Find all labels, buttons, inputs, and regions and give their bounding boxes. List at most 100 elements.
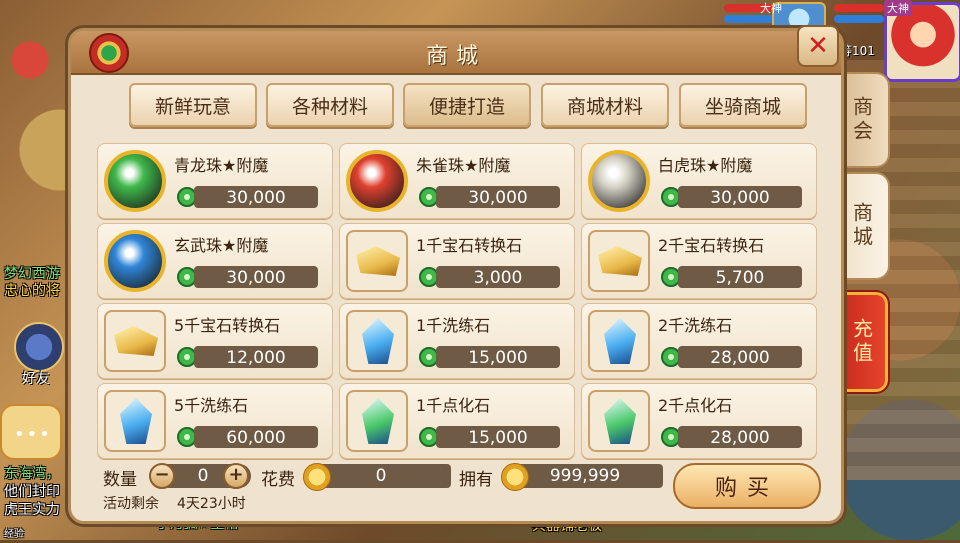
cost-label: 花费	[261, 470, 295, 490]
black-tortoise-orb-icon	[104, 230, 166, 292]
gem-converter-stone-icon	[104, 310, 166, 372]
title-bar: 商城	[71, 31, 841, 75]
pet-mp-bar	[724, 15, 778, 23]
item-price: 5,700	[715, 268, 765, 288]
refine-crystal-icon	[346, 310, 408, 372]
owned-label: 拥有	[459, 470, 493, 490]
close-x-icon: ✕	[807, 31, 829, 61]
tab-novelties[interactable]: 新鲜玩意	[129, 83, 257, 127]
item-name: 2千宝石转换石	[658, 236, 765, 255]
item-name: 1千点化石	[416, 396, 491, 415]
item-price: 30,000	[710, 188, 770, 208]
pet-title: 大神	[760, 2, 782, 15]
price-box: 5,700	[678, 266, 802, 288]
close-button[interactable]: ✕	[797, 25, 839, 67]
price-box: 30,000	[194, 266, 318, 288]
item-price: 28,000	[710, 348, 770, 368]
shop-panel: 商城 ✕ 新鲜玩意 各种材料 便捷打造 商城材料 坐骑商城 青龙珠★附魔 30,0…	[68, 25, 844, 524]
tab-mall-materials[interactable]: 商城材料	[541, 83, 669, 127]
item-name: 5千宝石转换石	[174, 316, 281, 335]
buy-button[interactable]: 购买	[673, 463, 821, 509]
chat-bubble-icon: •••	[14, 424, 52, 445]
friend-button[interactable]	[14, 322, 64, 372]
item-name: 2千洗练石	[658, 316, 733, 335]
refine-crystal-icon	[104, 390, 166, 452]
item-name: 白虎珠★附魔	[658, 156, 753, 175]
price-box: 28,000	[678, 346, 802, 368]
minus-button[interactable]: −	[149, 463, 175, 489]
item-name: 5千洗练石	[174, 396, 249, 415]
chat-line: 梦幻西游	[4, 266, 60, 282]
item-name: 1千宝石转换石	[416, 236, 523, 255]
item-price: 15,000	[468, 348, 528, 368]
chat-line: 东海湾，	[4, 466, 60, 482]
owned-value: 999,999	[549, 466, 621, 486]
plus-button[interactable]: +	[223, 463, 249, 489]
shop-item-card[interactable]: 2千宝石转换石 5,700	[581, 223, 817, 299]
remaining-label: 活动剩余	[103, 496, 159, 512]
chat-button[interactable]: •••	[0, 404, 62, 460]
price-box: 12,000	[194, 346, 318, 368]
tab-mount-mall[interactable]: 坐骑商城	[679, 83, 807, 127]
category-tabs: 新鲜玩意 各种材料 便捷打造 商城材料 坐骑商城	[129, 83, 809, 127]
red-phoenix-orb-icon	[346, 150, 408, 212]
item-price: 30,000	[468, 188, 528, 208]
quantity-label: 数量	[103, 470, 137, 490]
item-price: 28,000	[710, 428, 770, 448]
item-price: 3,000	[473, 268, 523, 288]
item-name: 2千点化石	[658, 396, 733, 415]
chat-line: 他们封印	[4, 484, 60, 500]
level-text: 等101	[840, 44, 875, 58]
tab-quick-craft[interactable]: 便捷打造	[403, 83, 531, 127]
price-box: 3,000	[436, 266, 560, 288]
shop-item-card[interactable]: 2千点化石 28,000	[581, 383, 817, 459]
green-dragon-orb-icon	[104, 150, 166, 212]
player-mp-bar	[834, 15, 884, 23]
chat-line: 忠心的将	[4, 283, 60, 299]
price-box: 28,000	[678, 426, 802, 448]
shop-item-card[interactable]: 1千点化石 15,000	[339, 383, 575, 459]
gold-coin-icon	[303, 463, 331, 491]
cost-value: 0	[375, 466, 387, 486]
player-hp-bar	[834, 4, 884, 12]
tab-mall[interactable]: 商城	[836, 172, 890, 280]
shop-item-card[interactable]: 5千宝石转换石 12,000	[97, 303, 333, 379]
price-box: 15,000	[436, 346, 560, 368]
shop-item-card[interactable]: 白虎珠★附魔 30,000	[581, 143, 817, 219]
cost-box: 0	[311, 464, 451, 488]
price-box: 30,000	[678, 186, 802, 208]
panel-title: 商城	[425, 44, 486, 69]
tab-recharge[interactable]: 充值	[836, 290, 890, 394]
shop-item-card[interactable]: 玄武珠★附魔 30,000	[97, 223, 333, 299]
exp-label: 经验	[4, 529, 24, 540]
item-price: 60,000	[226, 428, 286, 448]
item-name: 朱雀珠★附魔	[416, 156, 511, 175]
gem-converter-stone-icon	[346, 230, 408, 292]
shop-item-card[interactable]: 1千洗练石 15,000	[339, 303, 575, 379]
item-name: 玄武珠★附魔	[174, 236, 269, 255]
price-box: 30,000	[194, 186, 318, 208]
remaining-value: 4天23小时	[177, 496, 246, 512]
item-name: 青龙珠★附魔	[174, 156, 269, 175]
player-title: 大神	[884, 0, 912, 16]
price-box: 30,000	[436, 186, 560, 208]
item-price: 12,000	[226, 348, 286, 368]
tab-materials[interactable]: 各种材料	[266, 83, 394, 127]
shop-item-card[interactable]: 1千宝石转换石 3,000	[339, 223, 575, 299]
gem-converter-stone-icon	[588, 230, 650, 292]
shop-item-card[interactable]: 青龙珠★附魔 30,000	[97, 143, 333, 219]
item-price: 15,000	[468, 428, 528, 448]
shop-item-card[interactable]: 5千洗练石 60,000	[97, 383, 333, 459]
item-name: 1千洗练石	[416, 316, 491, 335]
refine-crystal-icon	[588, 310, 650, 372]
shop-item-card[interactable]: 朱雀珠★附魔 30,000	[339, 143, 575, 219]
item-price: 30,000	[226, 268, 286, 288]
price-box: 15,000	[436, 426, 560, 448]
chat-line: 虎王实力	[4, 502, 60, 518]
purchase-footer: 数量 0 − + 花费 0 拥有 999,999 活动剩余 4天23小时 购买	[97, 461, 821, 517]
gold-coin-icon	[501, 463, 529, 491]
tab-commerce[interactable]: 商会	[836, 72, 890, 168]
shop-item-card[interactable]: 2千洗练石 28,000	[581, 303, 817, 379]
enchant-crystal-icon	[588, 390, 650, 452]
price-box: 60,000	[194, 426, 318, 448]
